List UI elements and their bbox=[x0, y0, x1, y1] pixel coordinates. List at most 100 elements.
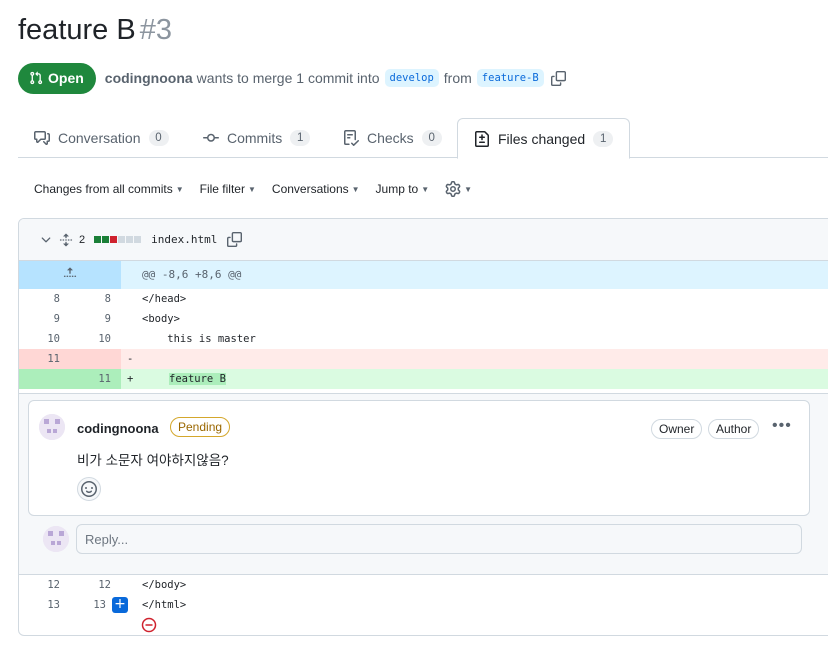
tab-files-changed-count: 1 bbox=[593, 130, 614, 147]
line-code: feature B bbox=[169, 373, 226, 385]
merge-text: wants to merge 1 commit into bbox=[196, 70, 380, 86]
expand-all-icon[interactable] bbox=[59, 233, 73, 247]
diff-line-deleted: 11 - bbox=[19, 349, 828, 369]
comment-body: 비가 소문자 여야하지않음? bbox=[77, 453, 229, 468]
tab-checks-count: 0 bbox=[421, 130, 442, 146]
kebab-horizontal-icon[interactable]: ••• bbox=[772, 417, 792, 435]
diff-line: 12 12 </body> bbox=[19, 575, 828, 595]
tab-files-changed[interactable]: Files changed 1 bbox=[457, 118, 631, 159]
line-sign: + bbox=[127, 373, 134, 385]
tab-checks[interactable]: Checks 0 bbox=[343, 118, 442, 158]
smiley-icon bbox=[81, 481, 97, 497]
review-comment-thread: codingnoona Pending Owner Author ••• 비가 … bbox=[19, 393, 828, 575]
git-commit-icon bbox=[203, 130, 219, 146]
author-badge: Author bbox=[708, 419, 760, 439]
diff-settings-dropdown[interactable]: ▼ bbox=[445, 181, 472, 197]
checklist-icon bbox=[343, 130, 359, 146]
conversations-label: Conversations bbox=[271, 182, 349, 196]
diffstat-square bbox=[102, 236, 110, 243]
caret-down-icon: ▼ bbox=[247, 184, 256, 194]
diff-toolbar: Changes from all commits ▼ File filter ▼ C… bbox=[34, 178, 488, 200]
old-line-number[interactable]: 10 bbox=[30, 333, 60, 345]
tab-checks-label: Checks bbox=[367, 130, 414, 146]
new-line-number[interactable]: 12 bbox=[81, 579, 111, 591]
jump-to-dropdown[interactable]: Jump to ▼ bbox=[376, 182, 430, 196]
old-line-number[interactable]: 9 bbox=[30, 313, 60, 325]
copy-icon[interactable] bbox=[550, 70, 566, 86]
old-line-number[interactable]: 13 bbox=[30, 599, 60, 611]
fold-up-icon bbox=[63, 266, 77, 280]
pr-title: feature B #3 bbox=[18, 14, 172, 47]
comment-discussion-icon bbox=[34, 130, 50, 146]
chevron-down-icon[interactable] bbox=[39, 233, 53, 247]
hunk-header-text: @@ -8,6 +8,6 @@ bbox=[142, 268, 242, 281]
base-branch[interactable]: develop bbox=[384, 69, 439, 87]
jump-to-label: Jump to bbox=[375, 182, 419, 196]
diffstat-square bbox=[110, 236, 118, 243]
add-reaction-button[interactable] bbox=[77, 477, 101, 501]
file-name[interactable]: index.html bbox=[151, 233, 217, 246]
tab-conversation[interactable]: Conversation 0 bbox=[34, 118, 169, 158]
review-comment: codingnoona Pending Owner Author ••• 비가 … bbox=[28, 400, 810, 516]
gear-icon bbox=[445, 181, 461, 197]
tab-commits-count: 1 bbox=[290, 130, 311, 146]
tab-conversation-label: Conversation bbox=[58, 130, 141, 146]
line-sign: - bbox=[127, 353, 134, 365]
added-text-highlight: feature B bbox=[169, 373, 226, 385]
pr-title-text: feature B bbox=[18, 14, 136, 46]
owner-badge: Owner bbox=[651, 419, 703, 439]
avatar[interactable] bbox=[39, 414, 65, 440]
new-line-number[interactable]: 9 bbox=[81, 313, 111, 325]
file-filter-dropdown[interactable]: File filter ▼ bbox=[200, 182, 256, 196]
new-line-number[interactable]: 8 bbox=[81, 293, 111, 305]
conversations-dropdown[interactable]: Conversations ▼ bbox=[272, 182, 360, 196]
caret-down-icon: ▼ bbox=[175, 184, 184, 194]
old-line-number[interactable]: 12 bbox=[30, 579, 60, 591]
new-line-number[interactable]: 11 bbox=[81, 373, 111, 385]
copy-icon[interactable] bbox=[227, 232, 243, 247]
line-code: </html> bbox=[142, 599, 187, 611]
diffstat-square bbox=[94, 236, 102, 243]
caret-down-icon: ▼ bbox=[421, 184, 430, 194]
head-branch[interactable]: feature-B bbox=[476, 69, 544, 87]
new-line-number[interactable]: 10 bbox=[81, 333, 111, 345]
reply-input[interactable] bbox=[76, 524, 802, 554]
tab-commits-label: Commits bbox=[227, 130, 283, 146]
git-pull-request-icon bbox=[29, 71, 43, 85]
old-line-number[interactable]: 8 bbox=[30, 293, 60, 305]
diff-line: 13 13 + </html> bbox=[19, 595, 828, 615]
add-comment-button[interactable]: + bbox=[112, 597, 128, 613]
diffstat-square bbox=[134, 236, 142, 243]
pr-author-link[interactable]: codingnoona bbox=[105, 70, 193, 86]
file-filter-label: File filter bbox=[199, 182, 245, 196]
diff-line-added: 11 + feature B bbox=[19, 369, 828, 389]
changes-count: 2 bbox=[79, 233, 86, 246]
pr-state-row: Open codingnoona wants to merge 1 commit… bbox=[18, 62, 566, 94]
open-state-badge: Open bbox=[18, 62, 96, 94]
hunk-header: @@ -8,6 +8,6 @@ bbox=[19, 261, 828, 289]
new-line-number[interactable]: 13 bbox=[76, 599, 106, 611]
file-diff-icon bbox=[474, 130, 490, 147]
diffstat-bar bbox=[94, 236, 142, 243]
caret-down-icon: ▼ bbox=[464, 184, 473, 194]
diff-line: 8 8 </head> bbox=[19, 289, 828, 309]
pr-number: #3 bbox=[139, 14, 172, 46]
line-code: this is master bbox=[142, 333, 256, 345]
pr-tabs: Conversation 0 Commits 1 Checks 0 Files … bbox=[18, 118, 828, 159]
file-diff: 2 index.html @@ -8,6 +8,6 @@ 8 8 </head>… bbox=[18, 218, 828, 636]
old-line-number[interactable]: 11 bbox=[30, 353, 60, 365]
diffstat-square bbox=[126, 236, 134, 243]
pending-badge: Pending bbox=[170, 417, 231, 437]
changes-from-all-commits-dropdown[interactable]: Changes from all commits ▼ bbox=[34, 182, 184, 196]
avatar bbox=[43, 526, 69, 552]
from-text: from bbox=[443, 70, 472, 86]
comment-author[interactable]: codingnoona bbox=[77, 421, 159, 436]
diffstat-square bbox=[118, 236, 126, 243]
file-header: 2 index.html bbox=[19, 219, 828, 261]
line-code: <body> bbox=[142, 313, 180, 325]
expand-up-button[interactable] bbox=[19, 261, 121, 289]
diff-line: 10 10 this is master bbox=[19, 329, 828, 349]
tab-commits[interactable]: Commits 1 bbox=[203, 118, 311, 158]
remove-circle-icon[interactable] bbox=[141, 617, 157, 635]
line-code: </head> bbox=[142, 293, 187, 305]
